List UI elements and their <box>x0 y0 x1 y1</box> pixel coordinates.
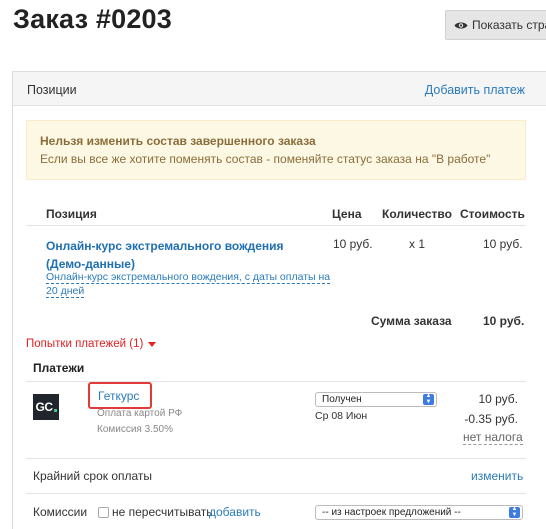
product-quantity: x 1 <box>409 237 426 251</box>
commissions-divider <box>26 493 526 494</box>
deadline-divider <box>26 458 526 459</box>
show-page-label: Показать стра <box>472 18 546 32</box>
logo-dot <box>53 409 57 412</box>
alert-title: Нельзя изменить состав завершенного зака… <box>40 134 316 148</box>
add-payment-link[interactable]: Добавить платеж <box>425 83 525 97</box>
payment-amount: 10 руб. <box>478 392 518 406</box>
warning-alert: Нельзя изменить состав завершенного зака… <box>26 120 526 180</box>
product-name-link[interactable]: Онлайн-курс экстремального вождения (Дем… <box>46 237 321 273</box>
panel-title: Позиции <box>27 83 77 97</box>
header-divider <box>26 225 526 226</box>
deadline-label: Крайний срок оплаты <box>33 469 153 483</box>
select-arrows-icon: ▲ ▼ <box>423 393 434 405</box>
product-offer-text: Онлайн-курс экстремального вождения, с д… <box>46 271 331 298</box>
caret-down-icon <box>148 341 157 347</box>
payment-commission: Комиссия 3.50% <box>97 424 173 435</box>
getcourse-logo-icon: GC <box>33 394 59 420</box>
payment-provider-name: Геткурс <box>98 389 140 403</box>
order-total-label: Сумма заказа <box>371 314 452 328</box>
eye-icon <box>454 22 468 28</box>
payment-attempts-toggle[interactable]: Попытки платежей (1) <box>26 338 157 350</box>
panel-header: Позиции Добавить платеж <box>13 72 546 106</box>
payment-status-value: Получен <box>322 394 362 405</box>
column-header-price: Цена <box>332 207 362 221</box>
order-total-value: 10 руб. <box>483 314 525 328</box>
page-title: Заказ #0203 <box>13 4 172 34</box>
product-offer-link[interactable]: Онлайн-курс экстремального вождения, с д… <box>46 270 331 298</box>
column-header-position: Позиция <box>46 207 97 221</box>
payment-attempts-label: Попытки платежей (1) <box>26 338 144 350</box>
commission-source-value: -- из настроек предложений -- <box>322 507 461 518</box>
payment-provider-link[interactable]: Геткурс <box>88 382 152 409</box>
product-cost: 10 руб. <box>483 237 523 251</box>
commissions-label: Комиссии <box>33 505 88 519</box>
logo-text: GC <box>35 400 54 414</box>
add-commission-link[interactable]: добавить <box>209 505 261 519</box>
payment-fee: -0.35 руб. <box>464 412 518 426</box>
payment-method: Оплата картой РФ <box>97 408 183 419</box>
column-header-cost: Стоимость <box>460 207 525 221</box>
no-recalc-label: не пересчитывать <box>112 505 213 519</box>
show-page-button[interactable]: Показать стра <box>445 10 546 40</box>
alert-text: Если вы все же хотите поменять состав - … <box>40 152 491 166</box>
tax-link[interactable]: нет налога <box>463 430 523 445</box>
payment-status-select[interactable]: Получен ▲ ▼ <box>315 392 437 407</box>
no-recalc-checkbox[interactable] <box>98 507 109 518</box>
payments-title: Платежи <box>33 361 85 375</box>
commission-source-select[interactable]: -- из настроек предложений -- ▲ ▼ <box>315 505 523 520</box>
select-arrows-icon: ▲ ▼ <box>509 506 520 518</box>
positions-panel: Позиции Добавить платеж Нельзя изменить … <box>12 71 546 529</box>
column-header-quantity: Количество <box>382 207 452 221</box>
change-deadline-link[interactable]: изменить <box>471 469 523 483</box>
product-price: 10 руб. <box>333 237 373 251</box>
payment-date: Ср 08 Июн <box>315 410 368 422</box>
